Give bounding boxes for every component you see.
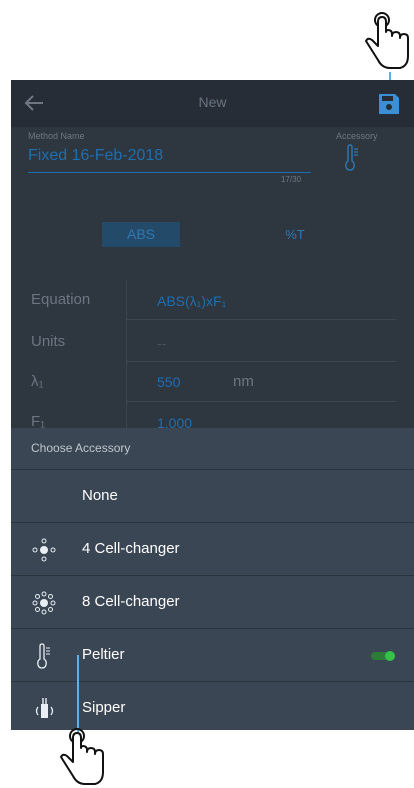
thermometer-icon (37, 643, 50, 669)
phone-screen: New Method Name Fixed 16-Feb-2018 17/30 … (11, 80, 414, 730)
sheet-title: Choose Accessory (31, 441, 131, 455)
app-bar: New (11, 80, 414, 127)
option-none[interactable]: None (11, 470, 414, 522)
units-label: Units (31, 333, 66, 350)
thermometer-icon[interactable] (342, 144, 362, 172)
row-divider (126, 361, 396, 362)
option-peltier[interactable]: Peltier (11, 629, 414, 681)
peltier-toggle[interactable] (371, 650, 397, 662)
method-name-label: Method Name (28, 131, 85, 141)
accessory-label: Accessory (336, 131, 378, 141)
method-name-underline (28, 172, 311, 173)
four-cell-changer-icon (32, 538, 56, 562)
option-label: Peltier (82, 646, 125, 663)
tap-indicator-line (77, 655, 79, 733)
option-label: Sipper (82, 699, 126, 716)
units-value[interactable]: -- (157, 335, 166, 351)
char-counter: 17/30 (281, 175, 302, 184)
table-divider (126, 280, 127, 430)
option-4-cell-changer[interactable]: 4 Cell-changer (11, 523, 414, 575)
option-label: None (82, 487, 118, 504)
equation-value[interactable]: ABS(λ₁)xF₁ (157, 293, 226, 309)
lambda-label: λ₁ (31, 373, 44, 390)
tab-percent-t[interactable]: %T (265, 222, 325, 247)
tab-abs[interactable]: ABS (102, 222, 180, 247)
lambda-value[interactable]: 550 (157, 374, 180, 390)
save-icon[interactable] (377, 92, 401, 116)
row-divider (126, 319, 396, 320)
tap-hand-icon (365, 12, 409, 69)
lambda-unit: nm (233, 373, 254, 390)
choose-accessory-sheet: Choose Accessory None 4 Cell-changer 8 C… (11, 428, 414, 730)
option-label: 8 Cell-changer (82, 593, 180, 610)
option-sipper[interactable]: Sipper (11, 682, 414, 730)
option-label: 4 Cell-changer (82, 540, 180, 557)
tap-hand-icon (60, 728, 104, 785)
row-divider (126, 401, 396, 402)
sipper-icon (35, 698, 54, 718)
option-8-cell-changer[interactable]: 8 Cell-changer (11, 576, 414, 628)
eight-cell-changer-icon (32, 591, 56, 615)
page-title: New (198, 94, 227, 110)
method-name-input[interactable]: Fixed 16-Feb-2018 (28, 147, 163, 165)
equation-label: Equation (31, 291, 91, 308)
